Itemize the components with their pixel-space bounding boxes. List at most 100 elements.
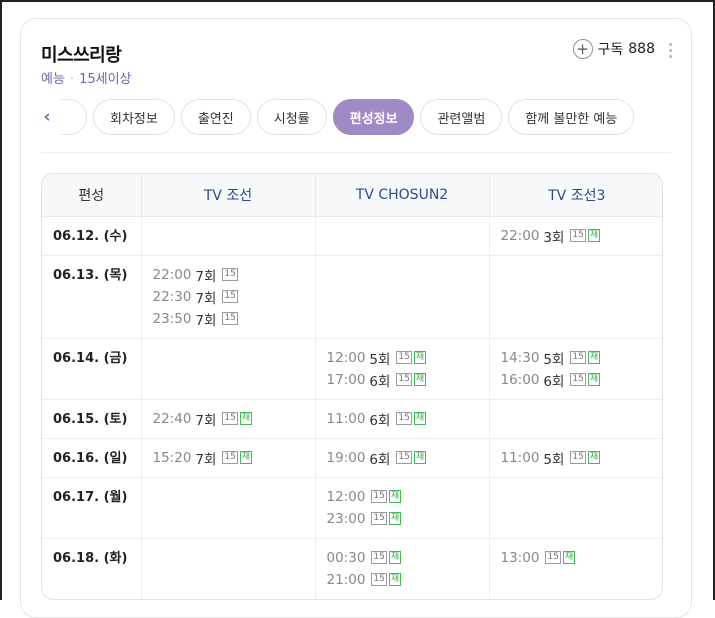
schedule-cell: 12:00 15 재 23:00 15 재 bbox=[315, 477, 490, 539]
episode-number: 7회 bbox=[195, 451, 217, 468]
table-row: 06.15. (토) 22:40 7회 15 재 11:00 6회 15 재 bbox=[42, 399, 662, 439]
age-15-badge: 15 bbox=[570, 373, 586, 386]
broadcast-entry: 22:40 7회 15 재 bbox=[153, 408, 304, 430]
broadcast-time: 19:00 bbox=[326, 449, 366, 466]
program-meta: 예능 · 15세이상 bbox=[41, 68, 132, 87]
schedule-date: 06.13. (목) bbox=[42, 255, 142, 339]
age-15-badge: 15 bbox=[222, 451, 238, 464]
tab-ratings[interactable]: 시청률 bbox=[256, 99, 327, 135]
age-15-badge: 15 bbox=[222, 290, 238, 303]
more-vertical-icon[interactable] bbox=[667, 43, 673, 58]
schedule-cell bbox=[315, 255, 490, 339]
broadcast-entry: 19:00 6회 15 재 bbox=[327, 447, 478, 469]
broadcast-entry: 13:00 15 재 bbox=[501, 547, 654, 569]
broadcast-time: 23:00 bbox=[326, 510, 366, 527]
table-row: 06.13. (목) 22:00 7회 15 22:30 7회 15 23:50 7회 15 bbox=[42, 255, 662, 339]
column-header-channel[interactable]: TV 조선3 bbox=[489, 174, 662, 217]
rerun-badge: 재 bbox=[388, 512, 402, 525]
tab-related-albums[interactable]: 관련앨범 bbox=[420, 99, 503, 135]
rerun-badge: 재 bbox=[388, 490, 402, 503]
broadcast-time: 22:40 bbox=[152, 410, 192, 427]
broadcast-time: 22:30 bbox=[152, 288, 192, 305]
age-15-badge: 15 bbox=[371, 490, 387, 503]
episode-number: 7회 bbox=[195, 268, 217, 285]
rerun-badge: 재 bbox=[413, 412, 427, 425]
tab-previous-partial[interactable] bbox=[61, 99, 87, 135]
broadcast-entry: 23:00 15 재 bbox=[327, 508, 478, 530]
broadcast-time: 22:00 bbox=[152, 266, 192, 283]
age-15-badge: 15 bbox=[545, 551, 561, 564]
broadcast-time: 22:00 bbox=[500, 227, 540, 244]
schedule-cell bbox=[141, 477, 316, 539]
column-header-channel[interactable]: TV CHOSUN2 bbox=[315, 174, 490, 217]
broadcast-entry: 23:50 7회 15 bbox=[153, 308, 304, 330]
schedule-cell bbox=[489, 399, 662, 439]
episode-number: 6회 bbox=[369, 412, 391, 429]
broadcast-time: 12:00 bbox=[326, 349, 366, 366]
episode-number: 6회 bbox=[369, 373, 391, 390]
schedule-date: 06.18. (화) bbox=[42, 538, 142, 599]
column-header-channel[interactable]: TV 조선 bbox=[141, 174, 316, 217]
separator-dot: · bbox=[69, 72, 75, 87]
rerun-badge: 재 bbox=[239, 412, 253, 425]
schedule-cell bbox=[141, 216, 316, 256]
schedule-date: 06.15. (토) bbox=[42, 399, 142, 439]
schedule-cell bbox=[489, 255, 662, 339]
schedule-date: 06.12. (수) bbox=[42, 216, 142, 256]
rerun-badge: 재 bbox=[587, 229, 601, 242]
table-row: 06.17. (월) 12:00 15 재 23:00 15 재 bbox=[42, 477, 662, 539]
broadcast-entry: 22:00 7회 15 bbox=[153, 264, 304, 286]
age-15-badge: 15 bbox=[222, 268, 238, 281]
rerun-badge: 재 bbox=[239, 451, 253, 464]
subscriber-count: 888 bbox=[628, 41, 655, 57]
schedule-date: 06.14. (금) bbox=[42, 338, 142, 400]
age-rating-label: 15세이상 bbox=[79, 72, 132, 87]
episode-number: 5회 bbox=[543, 351, 565, 368]
broadcast-entry: 22:00 3회 15 재 bbox=[501, 225, 654, 247]
episode-number: 7회 bbox=[195, 290, 217, 307]
age-15-badge: 15 bbox=[396, 351, 412, 364]
tab-schedule[interactable]: 편성정보 bbox=[332, 99, 415, 135]
broadcast-time: 11:00 bbox=[326, 410, 366, 427]
rerun-badge: 재 bbox=[587, 351, 601, 364]
schedule-cell: 22:40 7회 15 재 bbox=[141, 399, 316, 439]
schedule-table: 편성 TV 조선 TV CHOSUN2 TV 조선3 06.12. (수) 22:… bbox=[41, 173, 663, 600]
episode-number: 5회 bbox=[543, 451, 565, 468]
broadcast-entry: 15:20 7회 15 재 bbox=[153, 447, 304, 469]
rerun-badge: 재 bbox=[413, 451, 427, 464]
broadcast-time: 23:50 bbox=[152, 310, 192, 327]
schedule-cell: 12:00 5회 15 재 17:00 6회 15 재 bbox=[315, 338, 490, 400]
schedule-cell: 13:00 15 재 bbox=[489, 538, 662, 599]
schedule-cell: 22:00 7회 15 22:30 7회 15 23:50 7회 15 bbox=[141, 255, 316, 339]
schedule-date: 06.16. (일) bbox=[42, 438, 142, 478]
tab-episode-info[interactable]: 회차정보 bbox=[93, 99, 175, 135]
schedule-cell: 22:00 3회 15 재 bbox=[489, 216, 662, 256]
tab-cast[interactable]: 출연진 bbox=[180, 99, 251, 135]
table-row: 06.16. (일) 15:20 7회 15 재 19:00 6회 15 재 11:00 5회 15 재 bbox=[42, 438, 662, 478]
rerun-badge: 재 bbox=[587, 451, 601, 464]
age-15-badge: 15 bbox=[371, 573, 387, 586]
schedule-cell bbox=[489, 477, 662, 539]
age-15-badge: 15 bbox=[371, 512, 387, 525]
schedule-cell bbox=[141, 538, 316, 599]
chevron-left-icon[interactable]: ‹ bbox=[35, 100, 59, 134]
broadcast-entry: 12:00 5회 15 재 bbox=[327, 347, 478, 369]
schedule-header-row: 편성 TV 조선 TV CHOSUN2 TV 조선3 bbox=[42, 174, 662, 217]
broadcast-entry: 12:00 15 재 bbox=[327, 486, 478, 508]
subscribe-button[interactable]: + 구독 888 bbox=[572, 39, 655, 59]
category-label[interactable]: 예능 bbox=[41, 72, 65, 87]
schedule-cell: 19:00 6회 15 재 bbox=[315, 438, 490, 478]
program-title[interactable]: 미스쓰리랑 bbox=[41, 41, 122, 67]
rerun-badge: 재 bbox=[388, 573, 402, 586]
schedule-cell bbox=[315, 216, 490, 256]
schedule-cell bbox=[141, 338, 316, 400]
episode-number: 7회 bbox=[195, 412, 217, 429]
episode-number: 3회 bbox=[543, 229, 565, 246]
age-15-badge: 15 bbox=[570, 229, 586, 242]
age-15-badge: 15 bbox=[371, 551, 387, 564]
tab-recommended-shows[interactable]: 함께 볼만한 예능 bbox=[508, 99, 635, 135]
rerun-badge: 재 bbox=[413, 373, 427, 386]
schedule-cell: 15:20 7회 15 재 bbox=[141, 438, 316, 478]
broadcast-time: 13:00 bbox=[500, 549, 540, 566]
schedule-cell: 00:30 15 재 21:00 15 재 bbox=[315, 538, 490, 599]
